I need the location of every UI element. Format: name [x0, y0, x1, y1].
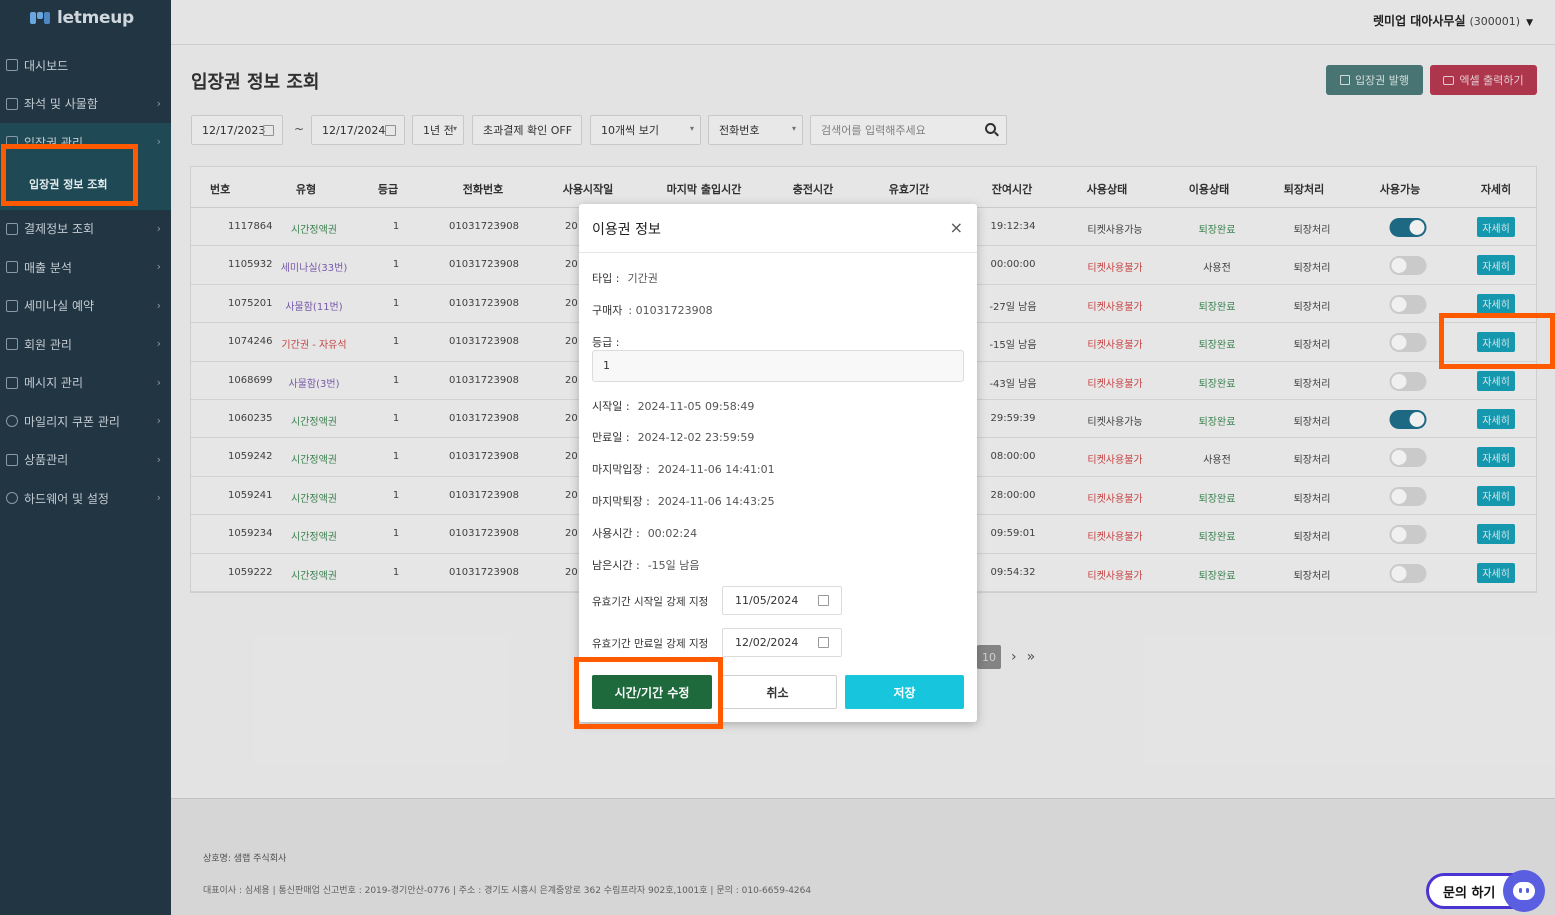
force-start-date-input[interactable]: 11/05/2024: [722, 586, 842, 615]
start-label: 시작일 :: [592, 400, 630, 413]
force-start-value: 11/05/2024: [735, 594, 799, 607]
ticket-info-modal: 이용권 정보 × 타입 : 기간권 구매자 : 01031723908 등급 : 1…: [579, 204, 977, 722]
last-out-value: 2024-11-06 14:43:25: [657, 495, 775, 508]
last-out-label: 마지막퇴장 :: [592, 495, 650, 508]
force-end-value: 12/02/2024: [735, 636, 799, 649]
highlight-box-detail: [1439, 313, 1555, 369]
chevron-right-icon: ›: [156, 96, 161, 110]
chevron-right-icon: ›: [156, 337, 161, 350]
calendar-icon: [6, 299, 18, 312]
save-button[interactable]: 저장: [845, 675, 964, 709]
used-label: 사용시간 :: [592, 527, 640, 540]
sidebar-item-label: 상품관리: [24, 453, 69, 468]
highlight-box-submenu: [1, 144, 138, 206]
sidebar-item-label: 세미나실 예약: [24, 299, 95, 314]
bag-icon: [6, 453, 18, 466]
chat-bubble-icon: [1503, 870, 1545, 912]
modal-title: 이용권 정보: [592, 222, 661, 238]
grid-icon: [6, 59, 18, 72]
modal-used-row: 사용시간 : 00:02:24: [592, 525, 697, 541]
coupon-icon: [6, 415, 18, 428]
chevron-right-icon: ›: [156, 491, 161, 504]
logo-text: letmeup: [57, 8, 134, 28]
sidebar-item-mileage[interactable]: 마일리지 쿠폰 관리 ›: [0, 402, 171, 441]
type-value: 기간권: [627, 272, 658, 285]
card-icon: [6, 222, 18, 235]
calendar-icon: [818, 595, 829, 606]
chevron-right-icon: ›: [156, 221, 161, 235]
highlight-box-edit: [574, 657, 723, 729]
force-end-date-input[interactable]: 12/02/2024: [722, 628, 842, 657]
sidebar-item-label: 회원 관리: [24, 337, 72, 352]
cancel-button[interactable]: 취소: [718, 675, 837, 709]
mail-icon: [6, 376, 18, 389]
last-in-label: 마지막입장 :: [592, 463, 650, 476]
chart-icon: [6, 261, 18, 274]
modal-start-row: 시작일 : 2024-11-05 09:58:49: [592, 398, 754, 414]
sidebar-item-label: 매출 분석: [24, 260, 72, 275]
modal-last-in-row: 마지막입장 : 2024-11-06 14:41:01: [592, 461, 775, 477]
sidebar-item-label: 하드웨어 및 설정: [24, 491, 109, 506]
sidebar-item-products[interactable]: 상품관리 ›: [0, 441, 171, 480]
sidebar-item-label: 대시보드: [24, 58, 69, 73]
modal-remain-row: 남은시간 : -15일 남음: [592, 557, 700, 573]
chat-button[interactable]: 문의 하기: [1426, 870, 1545, 912]
sidebar-item-label: 결제정보 조회: [24, 222, 95, 237]
force-end-label: 유효기간 만료일 강제 지정: [592, 638, 709, 650]
sidebar-item-seats[interactable]: 좌석 및 사물함 ›: [0, 85, 171, 124]
sidebar-item-label: 메시지 관리: [24, 376, 84, 391]
sidebar-item-dashboard[interactable]: 대시보드: [0, 46, 171, 85]
close-icon[interactable]: ×: [950, 218, 963, 237]
chevron-right-icon: ›: [156, 414, 161, 427]
end-value: 2024-12-02 23:59:59: [637, 431, 755, 444]
grade-input[interactable]: 1: [592, 350, 964, 382]
users-icon: [6, 338, 18, 351]
modal-type-row: 타입 : 기간권: [592, 270, 658, 286]
logo[interactable]: letmeup: [30, 8, 134, 28]
sidebar-item-payments[interactable]: 결제정보 조회 ›: [0, 210, 171, 249]
sidebar: letmeup 대시보드 좌석 및 사물함 › 입장권 관리 › 입장권 정보 …: [0, 0, 171, 915]
sidebar-item-sales[interactable]: 매출 분석 ›: [0, 248, 171, 287]
chevron-right-icon: ›: [156, 452, 161, 466]
buyer-value: : 01031723908: [628, 304, 713, 317]
chat-label: 문의 하기: [1443, 885, 1496, 901]
remain-label: 남은시간 :: [592, 559, 640, 572]
modal-grade-label: 등급 :: [592, 336, 620, 349]
start-value: 2024-11-05 09:58:49: [637, 400, 755, 413]
seat-icon: [6, 97, 18, 110]
type-label: 타입 :: [592, 272, 620, 285]
remain-value: -15일 남음: [647, 559, 700, 572]
sidebar-item-hardware[interactable]: 하드웨어 및 설정 ›: [0, 479, 171, 518]
gear-icon: [6, 492, 18, 505]
chevron-right-icon: ›: [156, 260, 161, 273]
sidebar-item-label: 마일리지 쿠폰 관리: [24, 414, 120, 429]
modal-last-out-row: 마지막퇴장 : 2024-11-06 14:43:25: [592, 493, 775, 509]
modal-end-row: 만료일 : 2024-12-02 23:59:59: [592, 429, 754, 445]
sidebar-item-messages[interactable]: 메시지 관리 ›: [0, 364, 171, 403]
last-in-value: 2024-11-06 14:41:01: [657, 463, 775, 476]
buyer-label: 구매자: [592, 304, 623, 317]
sidebar-item-label: 좌석 및 사물함: [24, 97, 98, 112]
calendar-icon: [818, 637, 829, 648]
sidebar-item-members[interactable]: 회원 관리 ›: [0, 325, 171, 364]
chevron-right-icon: ›: [156, 135, 161, 148]
used-value: 00:02:24: [647, 527, 698, 540]
force-start-label: 유효기간 시작일 강제 지정: [592, 596, 709, 608]
modal-buyer-row: 구매자 : 01031723908: [592, 302, 713, 318]
sidebar-item-seminar[interactable]: 세미나실 예약 ›: [0, 287, 171, 326]
chevron-right-icon: ›: [156, 375, 161, 389]
end-label: 만료일 :: [592, 431, 630, 444]
logo-mark-icon: [30, 10, 52, 26]
chevron-right-icon: ›: [156, 298, 161, 312]
modal-header: 이용권 정보 ×: [579, 204, 977, 253]
sidebar-menu: 대시보드 좌석 및 사물함 › 입장권 관리 › 입장권 정보 조회 결제정보 …: [0, 46, 171, 518]
